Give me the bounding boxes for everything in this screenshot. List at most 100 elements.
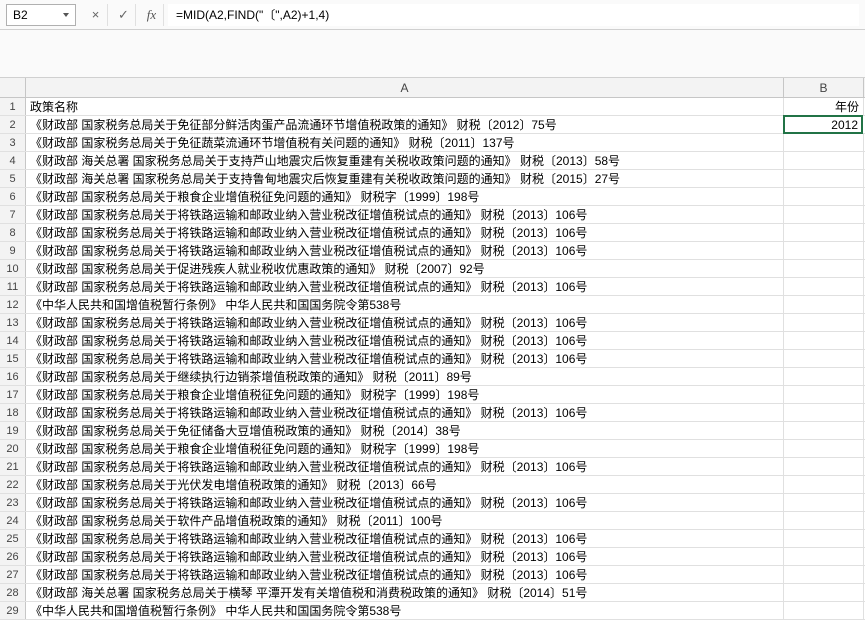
row-header[interactable]: 4	[0, 152, 26, 169]
cell[interactable]: 政策名称	[26, 98, 784, 115]
cell[interactable]	[784, 260, 864, 277]
cell[interactable]: 《财政部 国家税务总局关于将铁路运输和邮政业纳入营业税改征增值税试点的通知》 财…	[26, 404, 784, 421]
cell[interactable]: 《财政部 国家税务总局关于软件产品增值税政策的通知》 财税〔2011〕100号	[26, 512, 784, 529]
cell[interactable]	[784, 476, 864, 493]
row-header[interactable]: 9	[0, 242, 26, 259]
row-header[interactable]: 19	[0, 422, 26, 439]
name-box[interactable]: B2	[6, 4, 76, 26]
cell[interactable]	[784, 134, 864, 151]
cell[interactable]: 《财政部 国家税务总局关于将铁路运输和邮政业纳入营业税改征增值税试点的通知》 财…	[26, 242, 784, 259]
cell[interactable]	[784, 314, 864, 331]
cancel-button[interactable]: ×	[84, 4, 108, 26]
cell[interactable]: 《财政部 国家税务总局关于光伏发电增值税政策的通知》 财税〔2013〕66号	[26, 476, 784, 493]
row-header[interactable]: 5	[0, 170, 26, 187]
row-header[interactable]: 1	[0, 98, 26, 115]
cell[interactable]: 《财政部 海关总署 国家税务总局关于支持鲁甸地震灾后恢复重建有关税收政策问题的通…	[26, 170, 784, 187]
cell[interactable]: 《财政部 国家税务总局关于将铁路运输和邮政业纳入营业税改征增值税试点的通知》 财…	[26, 350, 784, 367]
cell[interactable]	[784, 206, 864, 223]
cell[interactable]: 《财政部 国家税务总局关于将铁路运输和邮政业纳入营业税改征增值税试点的通知》 财…	[26, 548, 784, 565]
cell[interactable]: 《财政部 国家税务总局关于粮食企业增值税征免问题的通知》 财税字〔1999〕19…	[26, 386, 784, 403]
cell[interactable]	[784, 458, 864, 475]
cell[interactable]: 《财政部 国家税务总局关于免征蔬菜流通环节增值税有关问题的通知》 财税〔2011…	[26, 134, 784, 151]
cell[interactable]: 《财政部 海关总署 国家税务总局关于横琴 平潭开发有关增值税和消费税政策的通知》…	[26, 584, 784, 601]
row-header[interactable]: 8	[0, 224, 26, 241]
cell[interactable]: 《财政部 国家税务总局关于将铁路运输和邮政业纳入营业税改征增值税试点的通知》 财…	[26, 224, 784, 241]
cell[interactable]	[784, 296, 864, 313]
cell[interactable]: 《财政部 国家税务总局关于将铁路运输和邮政业纳入营业税改征增值税试点的通知》 财…	[26, 278, 784, 295]
row-header[interactable]: 28	[0, 584, 26, 601]
row-header[interactable]: 21	[0, 458, 26, 475]
table-row: 7《财政部 国家税务总局关于将铁路运输和邮政业纳入营业税改征增值税试点的通知》 …	[0, 206, 865, 224]
column-header-b[interactable]: B	[784, 78, 864, 97]
cell[interactable]	[784, 332, 864, 349]
cell[interactable]: 《财政部 国家税务总局关于将铁路运输和邮政业纳入营业税改征增值税试点的通知》 财…	[26, 566, 784, 583]
cell[interactable]	[784, 386, 864, 403]
row-header[interactable]: 3	[0, 134, 26, 151]
row-header[interactable]: 13	[0, 314, 26, 331]
cell[interactable]: 《财政部 海关总署 国家税务总局关于支持芦山地震灾后恢复重建有关税收政策问题的通…	[26, 152, 784, 169]
cell[interactable]: 《财政部 国家税务总局关于粮食企业增值税征免问题的通知》 财税字〔1999〕19…	[26, 440, 784, 457]
cell[interactable]	[784, 368, 864, 385]
column-header-a[interactable]: A	[26, 78, 784, 97]
cell[interactable]: 《财政部 国家税务总局关于将铁路运输和邮政业纳入营业税改征增值税试点的通知》 财…	[26, 206, 784, 223]
cell[interactable]	[784, 548, 864, 565]
cell[interactable]: 《财政部 国家税务总局关于将铁路运输和邮政业纳入营业税改征增值税试点的通知》 财…	[26, 458, 784, 475]
row-header[interactable]: 17	[0, 386, 26, 403]
row-header[interactable]: 7	[0, 206, 26, 223]
row-header[interactable]: 18	[0, 404, 26, 421]
row-header[interactable]: 11	[0, 278, 26, 295]
cell[interactable]	[784, 224, 864, 241]
row-header[interactable]: 15	[0, 350, 26, 367]
cell[interactable]	[784, 422, 864, 439]
cell[interactable]	[784, 278, 864, 295]
cell[interactable]: 年份	[784, 98, 864, 115]
row-header[interactable]: 22	[0, 476, 26, 493]
row-header[interactable]: 26	[0, 548, 26, 565]
cell[interactable]	[784, 242, 864, 259]
cell[interactable]	[784, 602, 864, 619]
row-header[interactable]: 23	[0, 494, 26, 511]
cell[interactable]: 《财政部 国家税务总局关于免征储备大豆增值税政策的通知》 财税〔2014〕38号	[26, 422, 784, 439]
row-header[interactable]: 27	[0, 566, 26, 583]
cell[interactable]: 《财政部 国家税务总局关于继续执行边销茶增值税政策的通知》 财税〔2011〕89…	[26, 368, 784, 385]
cell[interactable]: 《财政部 国家税务总局关于促进残疾人就业税收优惠政策的通知》 财税〔2007〕9…	[26, 260, 784, 277]
row-header[interactable]: 14	[0, 332, 26, 349]
table-row: 11《财政部 国家税务总局关于将铁路运输和邮政业纳入营业税改征增值税试点的通知》…	[0, 278, 865, 296]
chevron-down-icon[interactable]	[63, 13, 69, 17]
cell[interactable]	[784, 188, 864, 205]
cell[interactable]	[784, 152, 864, 169]
table-row: 10《财政部 国家税务总局关于促进残疾人就业税收优惠政策的通知》 财税〔2007…	[0, 260, 865, 278]
cell[interactable]	[784, 170, 864, 187]
cell[interactable]	[784, 530, 864, 547]
row-header[interactable]: 2	[0, 116, 26, 133]
cell[interactable]: 《财政部 国家税务总局关于将铁路运输和邮政业纳入营业税改征增值税试点的通知》 财…	[26, 314, 784, 331]
formula-input[interactable]	[168, 4, 859, 26]
row-header[interactable]: 29	[0, 602, 26, 619]
cell[interactable]	[784, 350, 864, 367]
row-header[interactable]: 25	[0, 530, 26, 547]
cell[interactable]: 《财政部 国家税务总局关于免征部分鲜活肉蛋产品流通环节增值税政策的通知》 财税〔…	[26, 116, 784, 133]
cell[interactable]	[784, 404, 864, 421]
cell[interactable]: 《中华人民共和国增值税暂行条例》 中华人民共和国国务院令第538号	[26, 602, 784, 619]
cell[interactable]	[784, 512, 864, 529]
row-header[interactable]: 20	[0, 440, 26, 457]
row-header[interactable]: 10	[0, 260, 26, 277]
cell[interactable]	[784, 440, 864, 457]
row-header[interactable]: 6	[0, 188, 26, 205]
cell[interactable]: 《财政部 国家税务总局关于粮食企业增值税征免问题的通知》 财税字〔1999〕19…	[26, 188, 784, 205]
cell[interactable]: 《财政部 国家税务总局关于将铁路运输和邮政业纳入营业税改征增值税试点的通知》 财…	[26, 332, 784, 349]
row-header[interactable]: 16	[0, 368, 26, 385]
cell[interactable]: 《中华人民共和国增值税暂行条例》 中华人民共和国国务院令第538号	[26, 296, 784, 313]
cell[interactable]	[784, 494, 864, 511]
cell[interactable]: 《财政部 国家税务总局关于将铁路运输和邮政业纳入营业税改征增值税试点的通知》 财…	[26, 530, 784, 547]
cell[interactable]	[784, 566, 864, 583]
row-header[interactable]: 12	[0, 296, 26, 313]
selected-cell[interactable]: 2012	[783, 115, 863, 134]
cell[interactable]: 《财政部 国家税务总局关于将铁路运输和邮政业纳入营业税改征增值税试点的通知》 财…	[26, 494, 784, 511]
confirm-button[interactable]: ✓	[112, 4, 136, 26]
table-row: 16《财政部 国家税务总局关于继续执行边销茶增值税政策的通知》 财税〔2011〕…	[0, 368, 865, 386]
select-all-corner[interactable]	[0, 78, 26, 97]
row-header[interactable]: 24	[0, 512, 26, 529]
fx-button[interactable]: fx	[140, 4, 164, 26]
cell[interactable]	[784, 584, 864, 601]
